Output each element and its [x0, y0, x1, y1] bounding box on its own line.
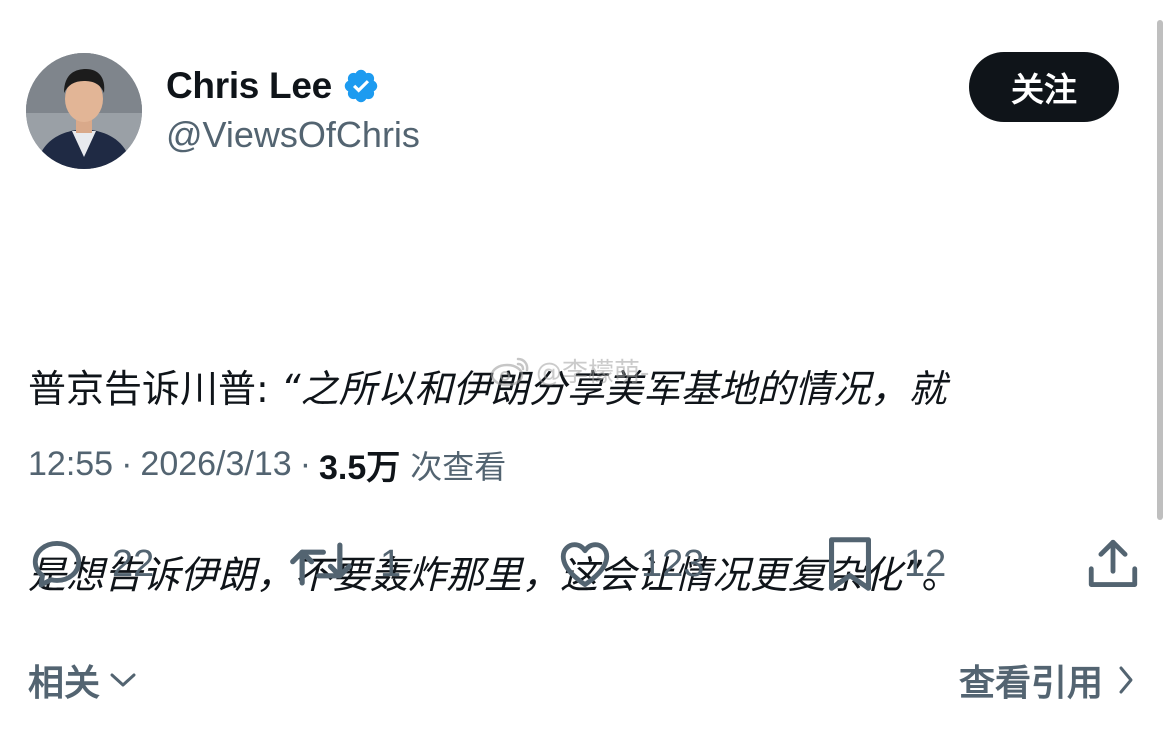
view-quotes-link[interactable]: 查看引用	[959, 654, 1135, 706]
views-count[interactable]: 3.5万	[319, 440, 400, 489]
weibo-icon	[490, 357, 529, 386]
view-quotes-label: 查看引用	[958, 663, 1103, 704]
follow-button[interactable]: 关注	[969, 52, 1119, 122]
author-handle[interactable]: @ViewsOfChris	[166, 114, 420, 156]
watermark: @李檬萌-	[490, 352, 649, 389]
avatar[interactable]	[26, 53, 142, 169]
verified-badge-icon	[342, 67, 380, 105]
tweet-meta: 12:55 · 2026/3/13 · 3.5万 次查看	[28, 440, 506, 489]
tweet-time[interactable]: 12:55	[28, 445, 113, 484]
related-label: 相关	[28, 663, 101, 704]
tweet-text-prefix: 普京告诉川普:	[28, 367, 281, 411]
reply-button[interactable]: 22	[28, 532, 154, 596]
like-count: 123	[641, 542, 705, 585]
retweet-count: 1	[380, 542, 402, 585]
heart-icon	[560, 542, 610, 587]
author-name-row[interactable]: Chris Lee	[166, 64, 380, 108]
reply-count: 22	[112, 542, 155, 585]
man-in-suit-avatar-icon	[26, 53, 142, 169]
views-label[interactable]: 次查看	[410, 442, 506, 488]
chevron-down-icon	[110, 673, 136, 687]
author-name[interactable]: Chris Lee	[166, 65, 332, 107]
share-icon	[1088, 539, 1138, 587]
share-button[interactable]	[1084, 532, 1142, 596]
meta-separator: ·	[299, 445, 312, 483]
meta-separator: ·	[121, 445, 133, 483]
reply-icon	[32, 541, 82, 588]
tweet-date[interactable]: 2026/3/13	[140, 445, 291, 484]
related-dropdown[interactable]: 相关	[28, 654, 138, 706]
tweet-page: Chris Lee @ViewsOfChris 关注 普京告诉川普: “之所以和…	[0, 0, 1165, 730]
action-bar: 22 1 123 12	[0, 532, 1165, 596]
retweet-icon	[290, 542, 352, 586]
retweet-button[interactable]: 1	[288, 532, 401, 596]
scrollbar[interactable]	[1157, 20, 1163, 520]
chevron-right-icon	[1119, 666, 1133, 694]
bookmark-count: 12	[904, 542, 947, 585]
bookmark-button[interactable]: 12	[822, 532, 946, 596]
bookmark-icon	[829, 537, 871, 591]
watermark-text: @李檬萌-	[536, 358, 650, 388]
like-button[interactable]: 123	[555, 532, 704, 596]
